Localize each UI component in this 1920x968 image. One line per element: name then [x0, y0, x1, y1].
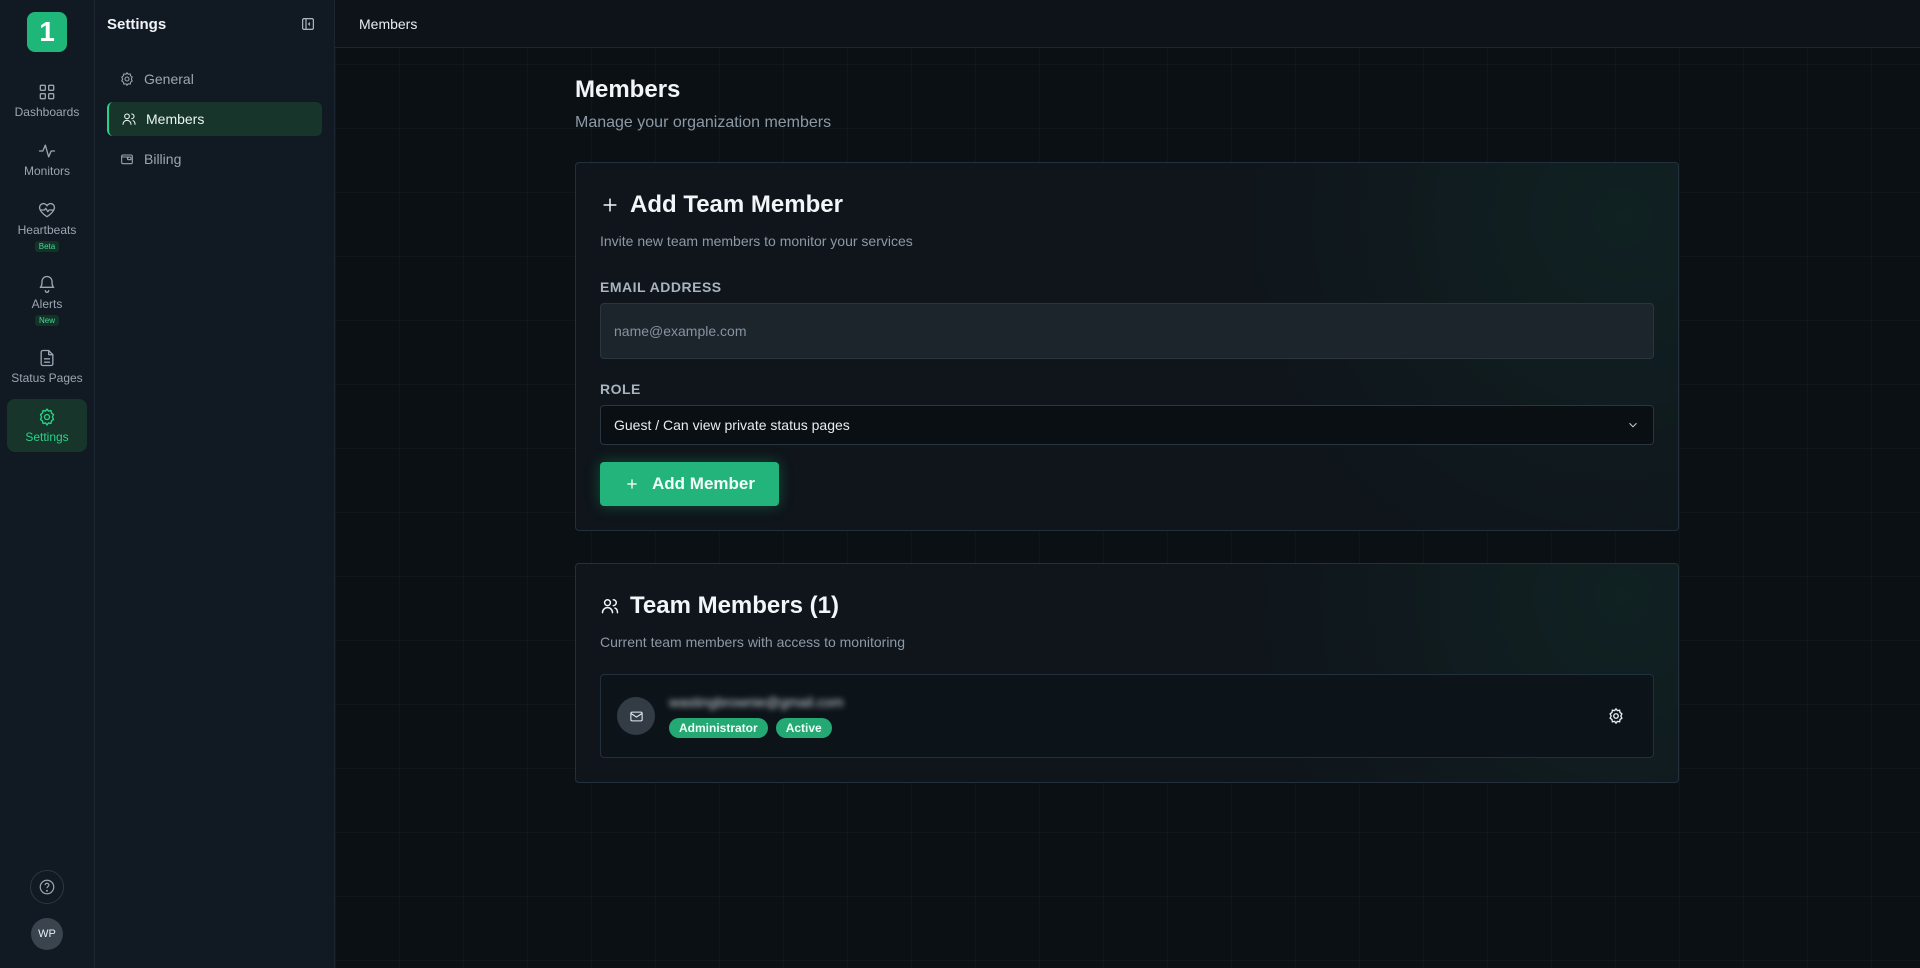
rail-item-heartbeats[interactable]: Heartbeats Beta — [7, 192, 87, 260]
team-members-title-text: Team Members (1) — [630, 592, 839, 619]
rail-nav: Dashboards Monitors Heartbeats Beta Aler… — [0, 74, 94, 452]
app-logo[interactable]: 1 — [27, 12, 67, 52]
help-button[interactable] — [30, 870, 64, 904]
breadcrumb: Members — [335, 0, 1920, 48]
rail-item-alerts[interactable]: Alerts New — [7, 266, 87, 334]
icon-rail: 1 Dashboards Monitors Heartbeats Beta Al… — [0, 0, 95, 968]
wallet-icon — [121, 154, 133, 165]
sidebar-item-members[interactable]: Members — [107, 102, 322, 136]
rail-item-label: Monitors — [23, 164, 70, 178]
add-member-button-label: Add Member — [652, 474, 755, 493]
plus-icon — [603, 198, 617, 212]
beta-badge: Beta — [34, 241, 60, 252]
role-label: ROLE — [600, 381, 641, 397]
mail-icon — [629, 711, 643, 721]
plus-icon — [627, 479, 637, 489]
dashboard-icon — [39, 84, 55, 100]
member-avatar — [617, 697, 655, 735]
team-members-card: Team Members (1) Current team members wi… — [575, 563, 1679, 783]
users-icon — [122, 113, 136, 125]
members-page: Members Manage your organization members… — [575, 76, 1679, 783]
help-icon — [39, 879, 55, 895]
page-subtitle: Manage your organization members — [575, 114, 832, 131]
add-member-card: Add Team Member Invite new team members … — [575, 162, 1679, 531]
member-settings-icon[interactable] — [1607, 707, 1625, 725]
settings-sidebar: Settings General Members Billing — [95, 0, 335, 968]
users-icon — [601, 599, 619, 614]
status-badge: Active — [775, 718, 832, 738]
sidebar-header: Settings — [95, 0, 334, 48]
add-member-title-text: Add Team Member — [630, 191, 843, 218]
add-member-button[interactable]: Add Member — [600, 462, 779, 506]
gear-icon — [39, 408, 55, 426]
sidebar-item-billing[interactable]: Billing — [107, 142, 322, 176]
chevron-down-icon — [1629, 422, 1637, 428]
main-content: Members Members Manage your organization… — [335, 0, 1920, 968]
gear-icon — [121, 72, 133, 86]
breadcrumb-current: Members — [359, 15, 418, 32]
team-members-subtitle: Current team members with access to moni… — [600, 634, 905, 650]
member-email: wastingbrownie@gmail.com — [669, 694, 844, 710]
member-info: wastingbrownie@gmail.com Administrator A… — [669, 694, 844, 738]
email-field[interactable] — [600, 303, 1654, 359]
rail-item-dashboards[interactable]: Dashboards — [7, 74, 87, 127]
rail-item-monitors[interactable]: Monitors — [7, 133, 87, 186]
sidebar-item-label: Billing — [144, 151, 182, 167]
sidebar-title: Settings — [107, 15, 167, 33]
sidebar-nav: General Members Billing — [95, 48, 334, 190]
rail-item-label: Heartbeats — [17, 223, 77, 237]
page-title: Members — [575, 76, 681, 103]
sidebar-item-general[interactable]: General — [107, 62, 322, 96]
collapse-sidebar-icon[interactable] — [300, 16, 316, 32]
team-members-title: Team Members (1) — [600, 592, 1654, 620]
role-badge: Administrator — [669, 718, 768, 738]
rail-item-label: Alerts — [31, 297, 63, 311]
user-avatar[interactable]: WP — [31, 918, 63, 950]
email-label: EMAIL ADDRESS — [600, 279, 722, 295]
new-badge: New — [34, 315, 59, 326]
bell-icon — [39, 275, 55, 293]
rail-bottom: WP — [30, 870, 64, 950]
add-member-subtitle: Invite new team members to monitor your … — [600, 233, 913, 249]
sidebar-item-label: General — [144, 71, 194, 87]
rail-item-label: Status Pages — [11, 371, 83, 385]
rail-item-settings[interactable]: Settings — [7, 399, 87, 452]
add-member-title: Add Team Member — [600, 191, 1654, 219]
activity-icon — [38, 144, 56, 158]
member-row: wastingbrownie@gmail.com Administrator A… — [600, 674, 1654, 758]
rail-item-label: Dashboards — [14, 105, 80, 119]
member-badges: Administrator Active — [669, 718, 844, 738]
rail-item-label: Settings — [25, 430, 69, 444]
rail-item-status-pages[interactable]: Status Pages — [7, 340, 87, 393]
sidebar-item-label: Members — [146, 111, 205, 127]
role-select-value: Guest / Can view private status pages — [614, 417, 850, 433]
file-icon — [40, 349, 54, 367]
heartbeat-icon — [38, 202, 56, 218]
app-root: 1 Dashboards Monitors Heartbeats Beta Al… — [0, 0, 1920, 968]
role-select[interactable]: Guest / Can view private status pages — [600, 405, 1654, 445]
